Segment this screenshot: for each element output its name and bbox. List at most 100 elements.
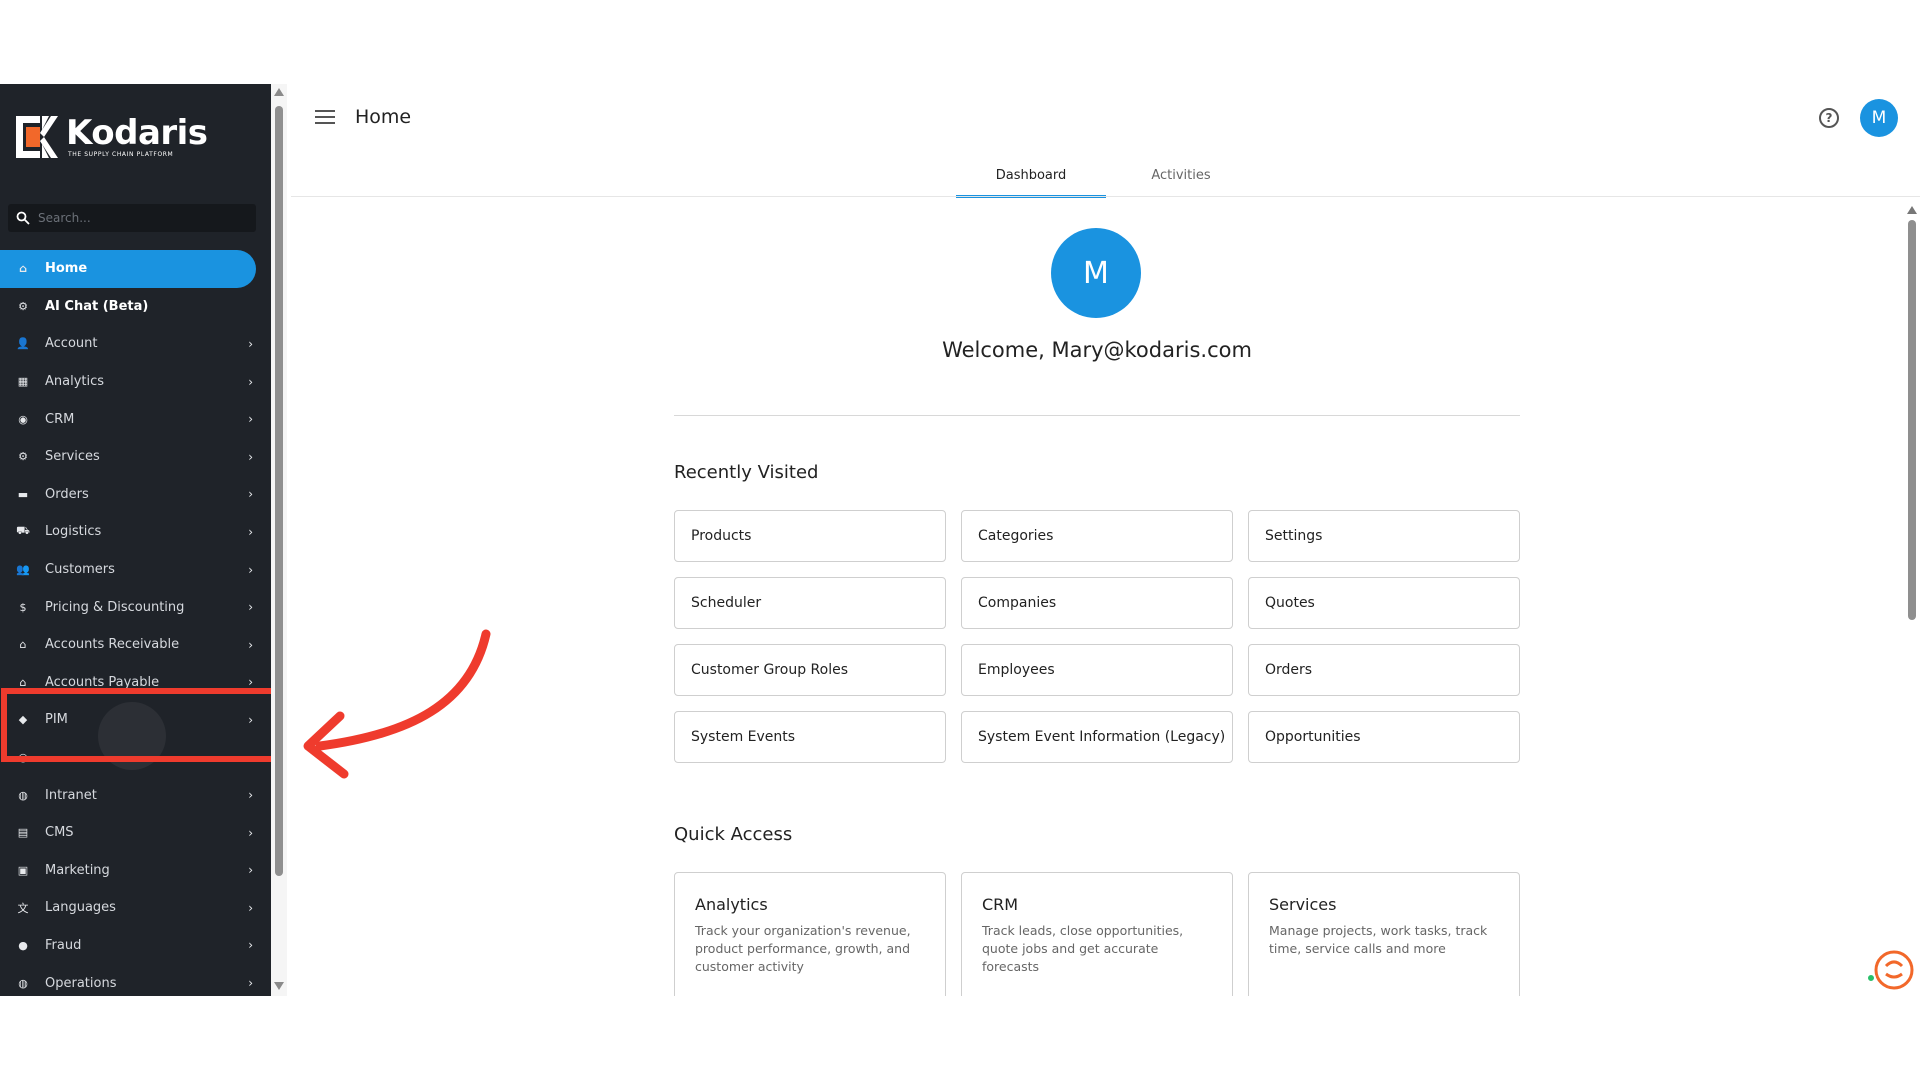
sidebar-item-operations[interactable]: ◍ Operations › (0, 964, 271, 996)
scrollbar-thumb[interactable] (275, 106, 283, 876)
kodaris-logo[interactable]: Kodaris THE SUPPLY CHAIN PLATFORM (16, 116, 208, 158)
brand-name: Kodaris (66, 113, 208, 153)
pim-highlight-box (1, 688, 277, 762)
contact-icon: ◉ (18, 412, 28, 426)
quick-access-title: CRM (982, 895, 1019, 914)
chevron-right-icon: › (248, 412, 253, 427)
sidebar-item-pricing-discounting[interactable]: $ Pricing & Discounting › (0, 588, 271, 626)
robot-icon: ⚙ (18, 299, 28, 313)
recent-link-products[interactable]: Products (674, 510, 946, 562)
sidebar-item-label: Pricing & Discounting (45, 599, 185, 615)
sidebar-item-label: Marketing (45, 862, 110, 878)
sidebar-item-label: Home (45, 261, 88, 277)
user-avatar[interactable]: M (1860, 99, 1898, 137)
sidebar-item-label: Intranet (45, 787, 97, 803)
sidebar-item-cms[interactable]: ▤ CMS › (0, 814, 271, 852)
recent-link-orders[interactable]: Orders (1248, 644, 1520, 696)
main-scrollbar[interactable] (1904, 202, 1920, 996)
sidebar-item-label: CRM (45, 411, 75, 427)
quick-access-card-services[interactable]: Services Manage projects, work tasks, tra… (1248, 872, 1520, 996)
quick-access-grid: Analytics Track your organization's reven… (674, 872, 1520, 996)
recent-link-companies[interactable]: Companies (961, 577, 1233, 629)
cms-icon: ▤ (17, 826, 29, 840)
sidebar-item-label: AI Chat (Beta) (45, 298, 149, 314)
dollar-icon: $ (19, 600, 27, 614)
sidebar-item-crm[interactable]: ◉ CRM › (0, 400, 271, 438)
sidebar-item-account[interactable]: 👤 Account › (0, 325, 271, 363)
shipping-icon: ⛟ (16, 524, 30, 538)
alert-icon: ● (18, 938, 28, 952)
sidebar-item-accounts-receivable[interactable]: ⌂ Accounts Receivable › (0, 626, 271, 664)
sidebar-scrollbar[interactable] (271, 84, 287, 996)
bank-icon: ⌂ (19, 638, 27, 652)
welcome-avatar: M (1051, 228, 1141, 318)
tab-activities[interactable]: Activities (1106, 160, 1256, 198)
recent-link-employees[interactable]: Employees (961, 644, 1233, 696)
hamburger-menu-icon[interactable] (315, 110, 335, 126)
sidebar-item-marketing[interactable]: ▣ Marketing › (0, 852, 271, 890)
sidebar-item-ai-chat-beta[interactable]: ⚙ AI Chat (Beta) (0, 288, 271, 326)
scroll-up-icon[interactable] (1907, 206, 1917, 214)
chevron-right-icon: › (248, 524, 253, 539)
chevron-right-icon: › (248, 788, 253, 803)
quick-access-title: Analytics (695, 895, 768, 914)
online-status-dot (1866, 973, 1876, 983)
sidebar-item-analytics[interactable]: ▦ Analytics › (0, 363, 271, 401)
quick-access-description: Manage projects, work tasks, track time,… (1269, 923, 1488, 956)
globe-icon: ◍ (18, 788, 28, 802)
sidebar-item-customers[interactable]: 👥 Customers › (0, 551, 271, 589)
scroll-up-icon[interactable] (274, 88, 284, 96)
recent-link-scheduler[interactable]: Scheduler (674, 577, 946, 629)
scroll-down-icon[interactable] (274, 982, 284, 990)
quick-access-description: Track your organization's revenue, produ… (695, 923, 911, 974)
sidebar-item-label: Languages (45, 900, 116, 916)
truck-icon: ▬ (17, 487, 29, 501)
tab-dashboard[interactable]: Dashboard (956, 160, 1106, 198)
annotation-arrow-icon (303, 629, 491, 779)
operations-icon: ◍ (18, 976, 28, 990)
sidebar-item-label: Logistics (45, 524, 102, 540)
recent-link-settings[interactable]: Settings (1248, 510, 1520, 562)
sidebar-item-label: Analytics (45, 374, 105, 390)
user-icon: 👤 (16, 337, 30, 351)
sidebar-item-home[interactable]: ⌂ Home (0, 250, 256, 288)
scrollbar-thumb[interactable] (1908, 220, 1916, 620)
sidebar-item-label: Services (45, 449, 100, 465)
chevron-right-icon: › (248, 976, 253, 991)
recent-link-categories[interactable]: Categories (961, 510, 1233, 562)
sidebar-search[interactable] (8, 204, 256, 232)
search-icon (16, 211, 30, 225)
sidebar-item-label: Customers (45, 562, 115, 578)
quick-access-card-analytics[interactable]: Analytics Track your organization's reven… (674, 872, 946, 996)
sidebar-item-fraud[interactable]: ● Fraud › (0, 927, 271, 965)
chevron-right-icon: › (248, 825, 253, 840)
sidebar-item-services[interactable]: ⚙ Services › (0, 438, 271, 476)
sidebar-item-label: Accounts Receivable (45, 637, 180, 653)
recently-visited-grid: Products Categories Settings Scheduler Compa… (674, 510, 1520, 778)
chart-icon: ▦ (17, 375, 29, 389)
people-icon: 👥 (16, 563, 30, 577)
recent-link-opportunities[interactable]: Opportunities (1248, 711, 1520, 763)
sidebar-item-languages[interactable]: 文 Languages › (0, 889, 271, 927)
translate-icon: 文 (17, 901, 29, 915)
sidebar-item-label: Orders (45, 486, 89, 502)
recent-link-system-event-information-legacy[interactable]: System Event Information (Legacy) (961, 711, 1233, 763)
top-bar: Home ? M (291, 84, 1920, 154)
sidebar-nav: ⌂ Home ⚙ AI Chat (Beta) 👤 Account › ▦ Analytics ›… (0, 250, 271, 996)
search-input[interactable] (38, 211, 238, 225)
recent-link-system-events[interactable]: System Events (674, 711, 946, 763)
chat-widget-icon[interactable] (1872, 948, 1916, 992)
quick-access-card-crm[interactable]: CRM Track leads, close opportunities, quo… (961, 872, 1233, 996)
megaphone-icon: ▣ (17, 863, 29, 877)
divider (674, 415, 1520, 416)
sidebar-item-logistics[interactable]: ⛟ Logistics › (0, 513, 271, 551)
help-icon[interactable]: ? (1819, 108, 1839, 128)
recent-link-customer-group-roles[interactable]: Customer Group Roles (674, 644, 946, 696)
chevron-right-icon: › (248, 900, 253, 915)
sidebar-item-intranet[interactable]: ◍ Intranet › (0, 776, 271, 814)
chevron-right-icon: › (248, 863, 253, 878)
chevron-right-icon: › (248, 938, 253, 953)
chevron-right-icon: › (248, 449, 253, 464)
sidebar-item-orders[interactable]: ▬ Orders › (0, 476, 271, 514)
recent-link-quotes[interactable]: Quotes (1248, 577, 1520, 629)
